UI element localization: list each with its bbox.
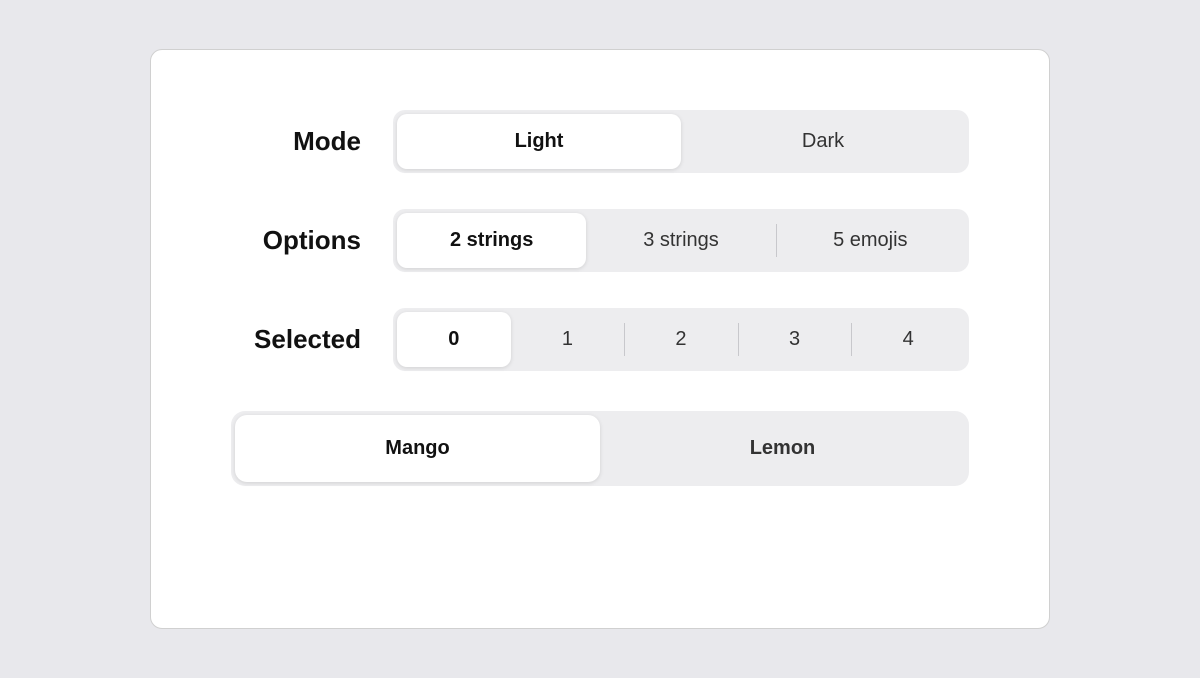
selected-2-button[interactable]: 2 bbox=[624, 312, 738, 367]
selected-0-button[interactable]: 0 bbox=[397, 312, 511, 367]
bottom-segment-control: Mango Lemon bbox=[231, 411, 969, 486]
selected-3-button[interactable]: 3 bbox=[738, 312, 852, 367]
mode-segment-control: Light Dark bbox=[393, 110, 969, 173]
selected-row: Selected 0 1 2 3 4 bbox=[231, 308, 969, 371]
bottom-mango-button[interactable]: Mango bbox=[235, 415, 600, 482]
settings-section: Mode Light Dark Options 2 strings 3 stri… bbox=[231, 110, 969, 371]
options-row: Options 2 strings 3 strings 5 emojis bbox=[231, 209, 969, 272]
options-3strings-button[interactable]: 3 strings bbox=[586, 213, 775, 268]
mode-light-button[interactable]: Light bbox=[397, 114, 681, 169]
mode-label: Mode bbox=[231, 126, 361, 157]
selected-segment-control: 0 1 2 3 4 bbox=[393, 308, 969, 371]
settings-card: Mode Light Dark Options 2 strings 3 stri… bbox=[150, 49, 1050, 629]
mode-dark-button[interactable]: Dark bbox=[681, 114, 965, 169]
options-2strings-button[interactable]: 2 strings bbox=[397, 213, 586, 268]
mode-row: Mode Light Dark bbox=[231, 110, 969, 173]
options-segment-control: 2 strings 3 strings 5 emojis bbox=[393, 209, 969, 272]
options-label: Options bbox=[231, 225, 361, 256]
options-5emojis-button[interactable]: 5 emojis bbox=[776, 213, 965, 268]
selected-1-button[interactable]: 1 bbox=[511, 312, 625, 367]
bottom-lemon-button[interactable]: Lemon bbox=[600, 415, 965, 482]
selected-label: Selected bbox=[231, 324, 361, 355]
selected-4-button[interactable]: 4 bbox=[851, 312, 965, 367]
